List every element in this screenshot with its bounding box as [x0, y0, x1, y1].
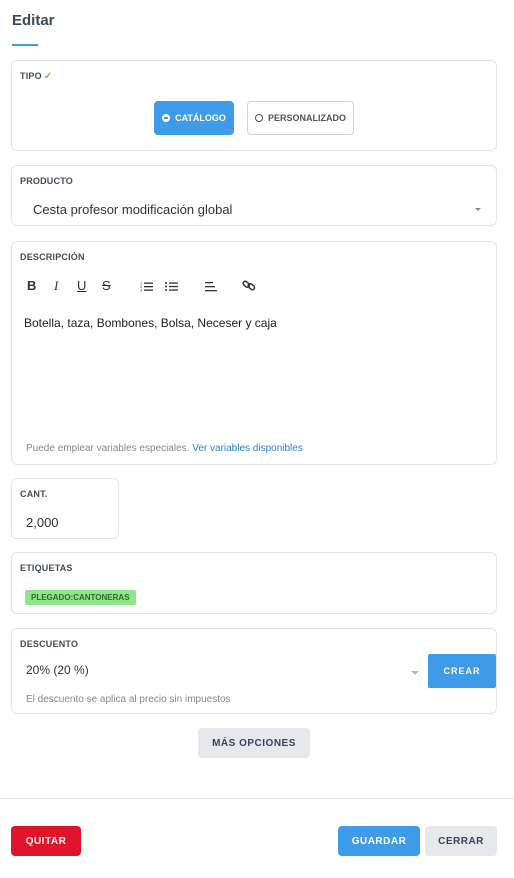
close-button[interactable]: CERRAR — [425, 826, 497, 856]
strikethrough-icon[interactable]: S — [102, 278, 111, 293]
descripcion-card: DESCRIPCIÓN B I U S 123 Botella, taza, B… — [11, 241, 497, 465]
descuento-hint: El descuento se aplica al precio sin imp… — [26, 694, 231, 705]
tipo-label: TIPO ✓ — [20, 71, 52, 82]
etiquetas-card: ETIQUETAS PLEGADO:CANTONERAS — [11, 552, 497, 614]
tipo-label-text: TIPO — [20, 71, 42, 81]
cantidad-label: CANT. — [20, 489, 48, 499]
page-title: Editar — [12, 12, 55, 29]
descripcion-label: DESCRIPCIÓN — [20, 252, 85, 262]
etiquetas-label: ETIQUETAS — [20, 563, 73, 573]
create-discount-button[interactable]: CREAR — [428, 654, 496, 688]
chevron-down-icon[interactable] — [475, 208, 481, 211]
cantidad-input[interactable]: 2,000 — [26, 515, 59, 530]
title-underline — [12, 44, 38, 46]
personalizado-option-label: PERSONALIZADO — [267, 113, 346, 123]
personalizado-option[interactable]: PERSONALIZADO — [247, 101, 354, 135]
producto-select[interactable]: Cesta profesor modificación global — [33, 202, 232, 217]
cantidad-card: CANT. 2,000 — [11, 478, 119, 539]
chevron-down-icon[interactable] — [411, 671, 419, 675]
hint-text: Puede emplear variables especiales. — [26, 443, 190, 454]
descuento-label: DESCUENTO — [20, 639, 79, 649]
ordered-list-icon[interactable]: 123 — [140, 280, 153, 295]
align-left-icon[interactable] — [205, 280, 217, 295]
catalogo-option[interactable]: CATÁLOGO — [154, 101, 234, 135]
tipo-card: TIPO ✓ CATÁLOGO PERSONALIZADO — [11, 60, 497, 151]
tag-chip[interactable]: PLEGADO:CANTONERAS — [25, 590, 136, 605]
catalogo-option-label: CATÁLOGO — [175, 113, 226, 123]
radio-unselected-icon — [254, 114, 263, 122]
underline-icon[interactable]: U — [77, 278, 86, 293]
radio-selected-icon — [162, 114, 171, 122]
descuento-card: DESCUENTO 20% (20 %) CREAR El descuento … — [11, 628, 497, 714]
more-options-button[interactable]: MÁS OPCIONES — [198, 728, 310, 758]
save-button[interactable]: GUARDAR — [338, 826, 420, 856]
bullet-list-icon[interactable] — [165, 280, 178, 295]
producto-label: PRODUCTO — [20, 176, 73, 186]
descripcion-editor[interactable]: Botella, taza, Bombones, Bolsa, Neceser … — [24, 316, 277, 330]
remove-button[interactable]: QUITAR — [11, 826, 81, 856]
svg-text:3: 3 — [140, 289, 142, 293]
bold-icon[interactable]: B — [27, 278, 36, 293]
check-icon: ✓ — [43, 71, 53, 82]
italic-icon[interactable]: I — [54, 278, 58, 294]
variables-link[interactable]: Ver variables disponibles — [192, 443, 303, 454]
link-icon[interactable] — [242, 279, 256, 295]
footer-divider — [0, 798, 514, 799]
descuento-select[interactable]: 20% (20 %) — [26, 663, 89, 677]
descripcion-hint: Puede emplear variables especiales. Ver … — [26, 443, 303, 454]
producto-card[interactable]: PRODUCTO Cesta profesor modificación glo… — [11, 165, 497, 226]
